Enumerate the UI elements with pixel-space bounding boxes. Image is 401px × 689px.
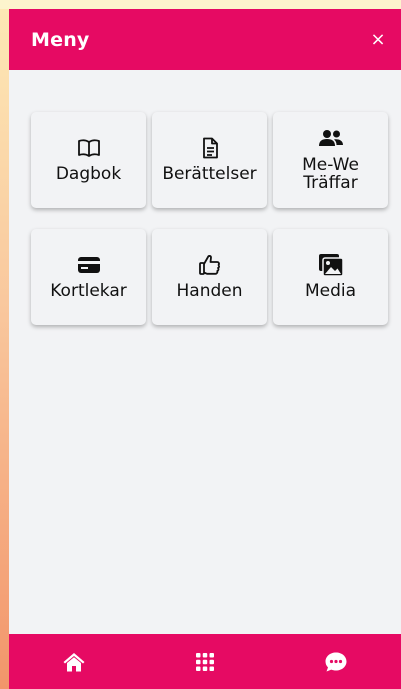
menu-item-dagbok[interactable]: Dagbok <box>31 112 146 208</box>
nav-chat-button[interactable] <box>316 642 356 682</box>
menu-item-label: Handen <box>176 281 243 301</box>
menu-item-berattelser[interactable]: Berättelser <box>152 112 267 208</box>
menu-item-media[interactable]: Media <box>273 229 388 325</box>
menu-item-handen[interactable]: Handen <box>152 229 267 325</box>
document-icon <box>201 137 219 159</box>
thumbs-up-icon <box>198 254 222 276</box>
bottom-nav <box>9 634 401 689</box>
menu-item-label: Dagbok <box>55 164 122 184</box>
background-strip <box>0 0 401 9</box>
home-icon <box>63 652 85 671</box>
chat-icon <box>325 652 347 671</box>
menu-grid: Dagbok Berättelser Me-We Träffar Kortlek… <box>31 112 388 325</box>
menu-item-label: Me-We Träffar <box>302 155 359 193</box>
close-button[interactable]: × <box>367 29 389 51</box>
menu-panel: Meny × Dagbok Berättelser Me-We Träffar … <box>9 9 401 689</box>
menu-item-label: Berättelser <box>162 164 257 184</box>
grid-icon <box>195 652 214 671</box>
nav-menu-button[interactable] <box>185 642 225 682</box>
menu-item-label: Media <box>304 281 357 301</box>
nav-home-button[interactable] <box>54 642 94 682</box>
images-icon <box>318 254 344 277</box>
users-icon <box>318 128 344 150</box>
header-bar: Meny × <box>9 9 401 70</box>
menu-item-label: Kortlekar <box>50 281 127 301</box>
menu-item-kortlekar[interactable]: Kortlekar <box>31 229 146 325</box>
book-open-icon <box>77 137 101 159</box>
close-icon: × <box>370 29 386 50</box>
credit-card-icon <box>77 254 101 276</box>
page-title: Meny <box>31 28 90 51</box>
menu-item-me-we-traffar[interactable]: Me-We Träffar <box>273 112 388 208</box>
